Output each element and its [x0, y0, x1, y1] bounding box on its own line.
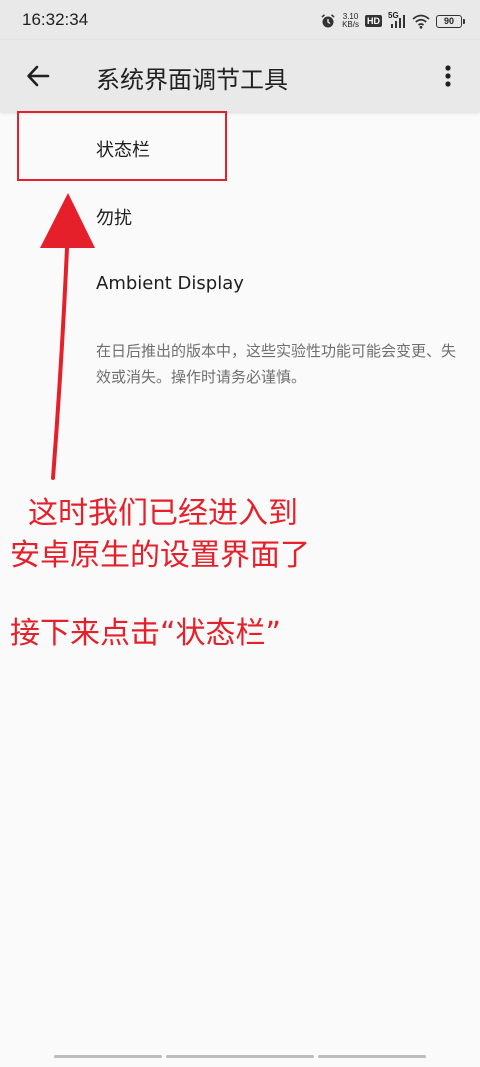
list-item-label: Ambient Display [96, 273, 244, 294]
wifi-icon [412, 14, 430, 29]
signal-icon: 5G [388, 11, 406, 29]
nav-handle-right [318, 1055, 426, 1058]
list-item-do-not-disturb[interactable]: 勿扰 [0, 182, 480, 250]
list-item-label: 勿扰 [96, 208, 132, 229]
status-icons: 3.10 KB/s HD 5G 90 [320, 10, 465, 32]
battery-icon: 90 [436, 14, 465, 28]
status-time: 16:32:34 [22, 10, 89, 29]
network-speed-unit: KB/s [342, 20, 359, 29]
back-button[interactable] [20, 58, 56, 94]
arrow-left-icon [27, 65, 50, 87]
nav-handle-center [166, 1055, 314, 1058]
battery-level: 90 [443, 15, 454, 26]
gesture-nav-bar[interactable] [0, 1055, 480, 1059]
annotation-line-2: 安卓原生的设置界面了 [10, 538, 310, 573]
list-item-ambient-display[interactable]: Ambient Display [0, 252, 480, 320]
more-options-button[interactable] [430, 58, 466, 94]
annotation-line-3: 接下来点击“状态栏” [10, 616, 282, 651]
network-speed: 3.10 KB/s [342, 13, 359, 29]
page-title: 系统界面调节工具 [96, 66, 288, 94]
highlight-box [17, 111, 227, 181]
experimental-warning-note: 在日后推出的版本中，这些实验性功能可能会变更、失效或消失。操作时请务必谨慎。 [96, 342, 457, 386]
app-bar: 系统界面调节工具 [0, 40, 480, 112]
hd-badge: HD [365, 15, 382, 27]
status-bar: 16:32:34 3.10 KB/s HD 5G 90 [0, 0, 480, 40]
alarm-icon [321, 14, 335, 28]
nav-handle-left [54, 1055, 162, 1058]
more-vertical-icon [445, 65, 451, 87]
annotation-line-1: 这时我们已经进入到 [28, 496, 298, 531]
screen: 16:32:34 3.10 KB/s HD 5G 90 系统界面调节工具 状态栏… [0, 0, 480, 1067]
